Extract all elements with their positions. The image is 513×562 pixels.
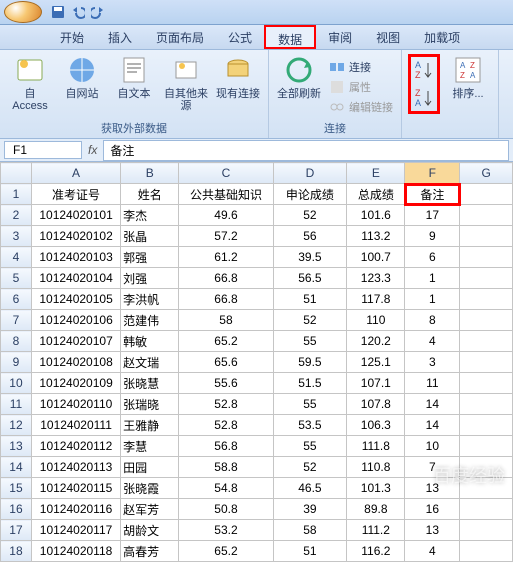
table-row[interactable]: 610124020105李洪帆66.851117.81 (1, 289, 513, 310)
from-text-label: 自文本 (118, 88, 151, 100)
col-header-f[interactable]: F (405, 163, 460, 184)
table-row[interactable]: 1210124020111王雅静52.853.5106.314 (1, 415, 513, 436)
sort-button[interactable]: AZZA 排序... (444, 54, 492, 100)
col-header-c[interactable]: C (179, 163, 273, 184)
table-row[interactable]: 510124020104刘强66.856.5123.31 (1, 268, 513, 289)
from-web-button[interactable]: 自网站 (58, 54, 106, 100)
table-row[interactable]: 1610124020116赵军芳50.83989.816 (1, 499, 513, 520)
existing-conn-label: 现有连接 (216, 88, 260, 100)
svg-text:Z: Z (470, 61, 475, 70)
tab-home[interactable]: 开始 (48, 25, 96, 49)
refresh-all-button[interactable]: 全部刷新 (275, 54, 323, 100)
table-row[interactable]: 1110124020110张瑞晓52.855107.814 (1, 394, 513, 415)
table-row[interactable]: 1010124020109张晓慧55.651.5107.111 (1, 373, 513, 394)
table-row[interactable]: 1510124020115张晓霞54.846.5101.313 (1, 478, 513, 499)
tab-review[interactable]: 审阅 (316, 25, 364, 49)
table-row[interactable]: 1310124020112李慧56.855111.810 (1, 436, 513, 457)
title-bar (0, 0, 513, 25)
table-row[interactable]: 310124020102张晶57.256113.29 (1, 226, 513, 247)
table-row[interactable]: 1810124020118高春芳65.251116.24 (1, 541, 513, 562)
col-header-g[interactable]: G (460, 163, 513, 184)
svg-text:A: A (460, 61, 466, 70)
properties-button[interactable]: 属性 (327, 78, 395, 96)
col-header-d[interactable]: D (273, 163, 347, 184)
sort-asc-icon[interactable]: AZ (413, 59, 435, 81)
grid[interactable]: A B C D E F G 1 准考证号 姓名 公共基础知识 申论成绩 总成绩 … (0, 162, 513, 562)
undo-icon[interactable] (71, 5, 85, 19)
group-external-data: 自 Access 自网站 自文本 自其他来源 现有连接 获取外部数据 (0, 50, 269, 138)
table-row[interactable]: 410124020103郭强61.239.5100.76 (1, 247, 513, 268)
formula-value[interactable]: 备注 (103, 140, 509, 161)
table-row[interactable]: 1710124020117胡龄文53.258111.213 (1, 520, 513, 541)
table-row[interactable]: 1410124020113田园58.852110.87 (1, 457, 513, 478)
tab-addins[interactable]: 加载项 (412, 25, 472, 49)
svg-text:A: A (470, 71, 476, 80)
group-sort: AZ ZA AZZA 排序... (402, 50, 499, 138)
edit-links-button[interactable]: 编辑链接 (327, 98, 395, 116)
col-header-a[interactable]: A (31, 163, 120, 184)
sort-label: 排序... (452, 88, 483, 100)
from-web-label: 自网站 (66, 88, 99, 100)
tab-formulas[interactable]: 公式 (216, 25, 264, 49)
from-access-label: 自 Access (6, 88, 54, 112)
tab-data[interactable]: 数据 (264, 25, 316, 49)
existing-conn-button[interactable]: 现有连接 (214, 54, 262, 100)
svg-text:A: A (415, 60, 421, 70)
redo-icon[interactable] (91, 5, 105, 19)
from-text-button[interactable]: 自文本 (110, 54, 158, 100)
col-header-b[interactable]: B (121, 163, 179, 184)
select-all[interactable] (1, 163, 32, 184)
svg-text:Z: Z (460, 71, 465, 80)
tab-pagelayout[interactable]: 页面布局 (144, 25, 216, 49)
ribbon-tabs: 开始 插入 页面布局 公式 数据 审阅 视图 加载项 (0, 25, 513, 50)
table-row[interactable]: 710124020106范建伟58521108 (1, 310, 513, 331)
tab-view[interactable]: 视图 (364, 25, 412, 49)
table-row[interactable]: 210124020101李杰49.652101.617 (1, 205, 513, 226)
connections-button[interactable]: 连接 (327, 58, 395, 76)
ribbon: 自 Access 自网站 自文本 自其他来源 现有连接 获取外部数据 (0, 50, 513, 139)
fx-icon[interactable]: fx (88, 143, 97, 157)
svg-text:Z: Z (415, 88, 421, 98)
tab-insert[interactable]: 插入 (96, 25, 144, 49)
group-connections: 全部刷新 连接 属性 编辑链接 连接 (269, 50, 402, 138)
from-other-button[interactable]: 自其他来源 (162, 54, 210, 112)
svg-text:A: A (415, 98, 421, 108)
save-icon[interactable] (51, 5, 65, 19)
from-other-label: 自其他来源 (162, 88, 210, 112)
table-row[interactable]: 810124020107韩敏65.255120.24 (1, 331, 513, 352)
from-access-button[interactable]: 自 Access (6, 54, 54, 112)
svg-text:Z: Z (415, 70, 421, 80)
refresh-all-label: 全部刷新 (277, 88, 321, 100)
office-button[interactable] (4, 1, 42, 23)
formula-bar: F1 fx 备注 (0, 139, 513, 162)
col-header-e[interactable]: E (347, 163, 405, 184)
group-conn-label: 连接 (275, 118, 395, 136)
table-row[interactable]: 910124020108赵文瑞65.659.5125.13 (1, 352, 513, 373)
cell-f1[interactable]: 备注 (405, 184, 460, 205)
group-external-label: 获取外部数据 (6, 118, 262, 136)
worksheet[interactable]: A B C D E F G 1 准考证号 姓名 公共基础知识 申论成绩 总成绩 … (0, 162, 513, 562)
sort-desc-icon[interactable]: ZA (413, 87, 435, 109)
row-1[interactable]: 1 准考证号 姓名 公共基础知识 申论成绩 总成绩 备注 (1, 184, 513, 205)
name-box[interactable]: F1 (4, 141, 82, 159)
